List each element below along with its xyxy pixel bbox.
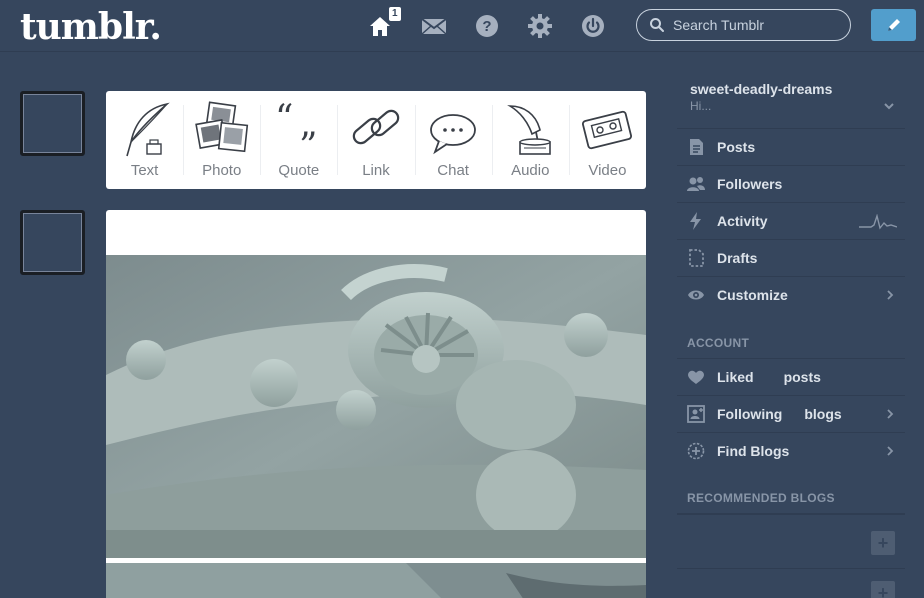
post-type-label: Chat xyxy=(437,162,469,179)
search-icon xyxy=(650,18,664,32)
svg-text:”: ” xyxy=(299,126,317,160)
post-type-quote[interactable]: “ ” Quote xyxy=(260,91,337,189)
drafts-icon xyxy=(685,247,707,269)
post-author-avatar[interactable] xyxy=(20,210,85,275)
activity-sparkline-icon xyxy=(859,214,897,230)
sidebar-item-label: Find Blogs xyxy=(717,443,790,459)
sidebar-item-activity[interactable]: Activity xyxy=(677,202,905,239)
sidebar-item-customize[interactable]: Customize xyxy=(677,276,905,313)
help-icon[interactable]: ? xyxy=(473,12,501,40)
sidebar-item-liked-posts[interactable]: Liked posts xyxy=(677,358,905,395)
post-type-video[interactable]: Video xyxy=(568,91,646,189)
post-photo[interactable] xyxy=(106,255,646,558)
follow-plus-button[interactable]: + xyxy=(871,581,895,598)
pencil-icon xyxy=(887,19,900,31)
sidebar-item-drafts[interactable]: Drafts xyxy=(677,239,905,276)
recommended-blogs-heading: RECOMMENDED BLOGS xyxy=(687,491,835,505)
quill-icon xyxy=(125,102,170,157)
search-box[interactable] xyxy=(636,9,851,41)
compass-icon xyxy=(685,440,707,462)
tumblr-logo[interactable]: tumblr. xyxy=(20,6,162,48)
compose-button[interactable] xyxy=(871,9,916,41)
blog-name[interactable]: sweet-deadly-dreams xyxy=(690,81,832,97)
blog-subtitle: Hi... xyxy=(690,99,712,113)
post-type-label: Video xyxy=(588,162,627,179)
sidebar-item-followers[interactable]: Followers xyxy=(677,165,905,202)
chevron-right-icon xyxy=(887,446,894,456)
home-notification-badge: 1 xyxy=(389,7,401,21)
sidebar-item-label: Liked xyxy=(717,369,754,385)
follow-plus-button[interactable]: + xyxy=(871,531,895,555)
post-type-link[interactable]: Link xyxy=(337,91,414,189)
eye-icon xyxy=(685,284,707,306)
post-type-chat[interactable]: Chat xyxy=(414,91,492,189)
post-type-bar: Text Photo “ ” Quote Link Chat Audio Vid… xyxy=(106,91,646,189)
chevron-down-icon[interactable] xyxy=(883,100,895,112)
sidebar-item-find-blogs[interactable]: Find Blogs xyxy=(677,432,905,469)
account-heading: ACCOUNT xyxy=(687,336,750,350)
cassette-icon xyxy=(582,110,633,150)
lightning-icon xyxy=(685,210,707,232)
gramophone-icon xyxy=(507,105,552,155)
sidebar-item-label: Followers xyxy=(717,176,783,192)
recommended-blog-row[interactable]: + xyxy=(677,568,905,598)
chat-bubble-icon xyxy=(430,114,477,155)
search-input[interactable] xyxy=(673,17,843,33)
sidebar-item-posts[interactable]: Posts xyxy=(677,128,905,165)
post-type-label: Quote xyxy=(278,162,320,179)
post-type-label: Audio xyxy=(511,162,550,179)
sidebar-item-extra: blogs xyxy=(804,406,842,422)
following-icon xyxy=(685,403,707,425)
dashboard-post xyxy=(106,210,646,598)
chevron-right-icon xyxy=(887,290,894,300)
post-type-photo[interactable]: Photo xyxy=(183,91,260,189)
svg-text:“: “ xyxy=(275,100,293,139)
sidebar-item-following-blogs[interactable]: Following blogs xyxy=(677,395,905,432)
user-avatar[interactable] xyxy=(20,91,85,156)
svg-text:?: ? xyxy=(482,18,491,35)
sidebar-item-label: Drafts xyxy=(717,250,758,266)
quote-icon: “ ” xyxy=(275,100,317,160)
photos-icon xyxy=(194,101,248,153)
gear-icon[interactable] xyxy=(526,12,554,40)
sidebar-item-extra: posts xyxy=(783,369,821,385)
document-icon xyxy=(685,136,707,158)
post-type-label: Link xyxy=(362,162,390,179)
post-type-label: Text xyxy=(130,162,159,179)
power-icon[interactable] xyxy=(579,12,607,40)
chain-link-icon xyxy=(352,109,400,145)
sidebar-item-label: Customize xyxy=(717,287,788,303)
recommended-blog-row[interactable]: + xyxy=(677,513,905,568)
post-type-audio[interactable]: Audio xyxy=(491,91,569,189)
post-type-label: Photo xyxy=(202,162,242,179)
top-nav-bar: tumblr. 1 ? xyxy=(0,0,924,52)
heart-icon xyxy=(685,366,707,388)
post-photo-secondary[interactable] xyxy=(106,563,646,598)
people-icon xyxy=(685,173,707,195)
sidebar-item-label: Posts xyxy=(717,139,756,155)
sidebar-item-label: Following xyxy=(717,406,783,422)
mail-icon[interactable] xyxy=(420,12,448,40)
post-type-text[interactable]: Text xyxy=(106,91,183,189)
chevron-right-icon xyxy=(887,409,894,419)
sidebar-item-label: Activity xyxy=(717,213,768,229)
